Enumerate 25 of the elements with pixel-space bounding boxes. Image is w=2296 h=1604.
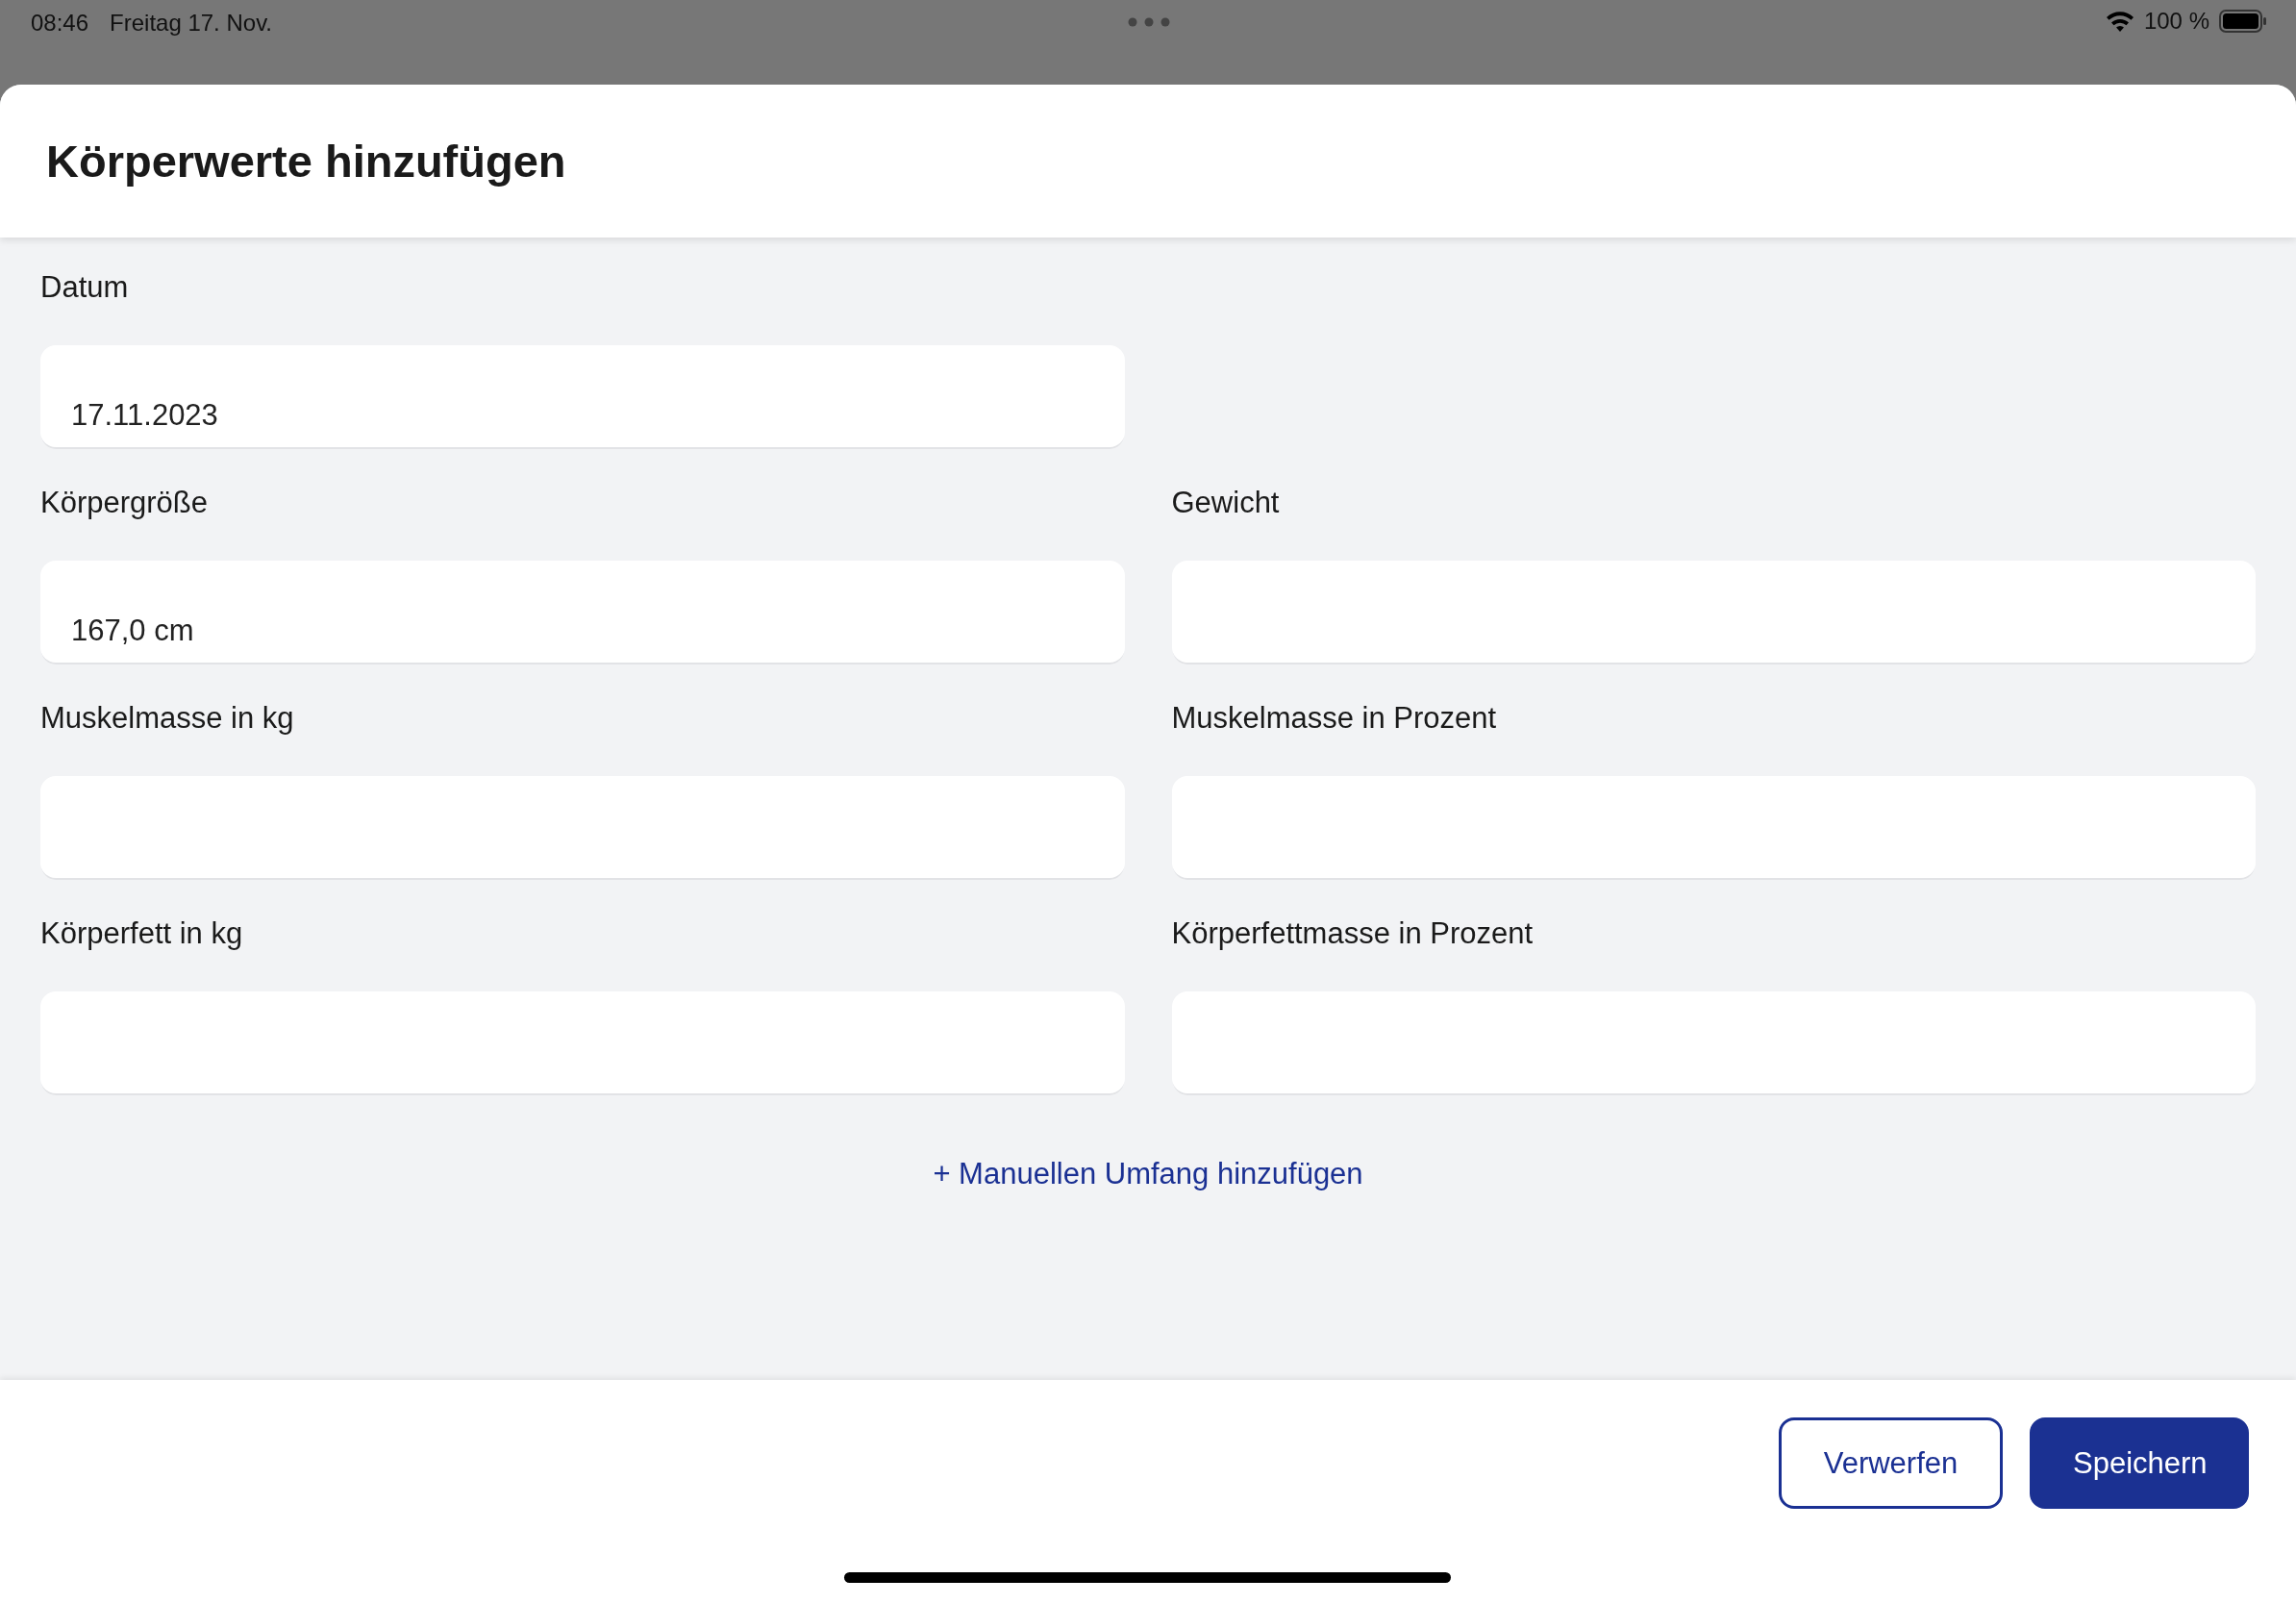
field-label: Muskelmasse in kg — [40, 700, 295, 737]
home-indicator[interactable] — [844, 1572, 1451, 1583]
input-field[interactable] — [40, 991, 1125, 1093]
input-field[interactable] — [40, 776, 1125, 878]
status-date: Freitag 17. Nov. — [110, 10, 273, 37]
discard-button[interactable]: Verwerfen — [1779, 1417, 2003, 1509]
add-link[interactable]: + Manuellen Umfang hinzufügen — [933, 1157, 1363, 1191]
field-label: Körperfett in kg — [40, 915, 244, 952]
field-label: Körperfettmasse in Prozent — [1171, 915, 1535, 952]
field-label: Gewicht — [1171, 485, 1281, 521]
input-field[interactable]: 17.11.2023 — [40, 345, 1125, 447]
field-label: Muskelmasse in Prozent — [1171, 700, 1498, 737]
clock-time: 08:46 — [31, 10, 89, 37]
more-dots-icon[interactable] — [1128, 17, 1170, 27]
field-label: Datum — [40, 269, 130, 306]
battery-icon — [2219, 10, 2267, 33]
field-label: Körpergröße — [40, 485, 210, 521]
battery-percentage: 100 % — [2143, 8, 2209, 35]
input-field[interactable] — [1171, 991, 2256, 1093]
input-field[interactable] — [1171, 561, 2256, 663]
save-button[interactable]: Speichern — [2030, 1417, 2249, 1509]
input-field[interactable] — [1171, 776, 2256, 878]
input-field[interactable]: 167,0 cm — [40, 561, 1125, 663]
wifi-icon — [2105, 11, 2134, 32]
sheet-title: Körperwerte hinzufügen — [46, 135, 566, 188]
